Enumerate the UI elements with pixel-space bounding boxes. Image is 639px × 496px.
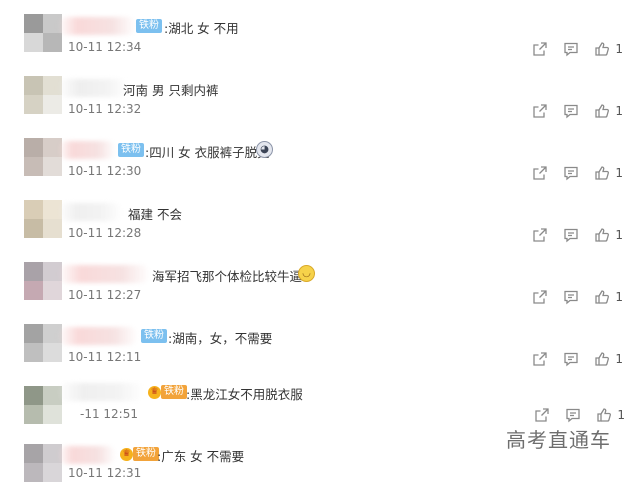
share-icon[interactable]	[532, 165, 548, 181]
comment-icon[interactable]	[563, 165, 579, 181]
username-blurred[interactable]	[58, 383, 144, 401]
comment-item: 铁粉 :湖北 女 不用 10-11 12:34 1	[0, 0, 639, 62]
like-count: 1	[615, 228, 623, 242]
fan-badge: 铁粉	[133, 447, 159, 461]
username-blurred[interactable]	[58, 203, 122, 221]
comment-actions: 1	[517, 350, 623, 368]
comment-text: :四川 女 衣服裤子脱完	[145, 145, 270, 160]
comment-text: 海军招飞那个体检比较牛逼	[152, 269, 303, 284]
watermark-text: 高考直通车	[506, 428, 611, 452]
comment-actions: 1	[517, 164, 623, 182]
username-blurred[interactable]	[58, 446, 116, 464]
share-icon[interactable]	[532, 227, 548, 243]
avatar[interactable]	[24, 386, 62, 424]
comment-text: 河南 男 只剩内裤	[123, 83, 219, 98]
crying-emoji-icon: ◕	[256, 141, 273, 158]
like-count: 1	[615, 352, 623, 366]
comment-icon[interactable]	[563, 289, 579, 305]
comment-actions: 1	[519, 406, 625, 424]
comment-list: 铁粉 :湖北 女 不用 10-11 12:34 1 河南 男 只剩内裤 10-1…	[0, 0, 639, 482]
comment-text: 福建 不会	[128, 207, 182, 222]
comment-item: 铁粉 :四川 女 衣服裤子脱完 ◕ 10-11 12:30 1	[0, 124, 639, 186]
thumbs-up-icon[interactable]	[594, 103, 610, 119]
fan-badge: 铁粉	[118, 143, 144, 157]
comment-text: :湖南，女，不需要	[168, 331, 273, 346]
thumbs-up-icon[interactable]	[594, 289, 610, 305]
username-blurred[interactable]	[58, 141, 116, 159]
comment-time: 10-11 12:28	[68, 226, 142, 240]
share-icon[interactable]	[532, 41, 548, 57]
username-blurred[interactable]	[58, 265, 150, 283]
like-count: 1	[615, 290, 623, 304]
username-blurred[interactable]	[58, 79, 128, 97]
avatar[interactable]	[24, 76, 62, 114]
comment-item: 海军招飞那个体检比较牛逼 ◡ 10-11 12:27 1	[0, 248, 639, 310]
comment-icon[interactable]	[563, 227, 579, 243]
comment-text: :广东 女 不需要	[157, 449, 245, 464]
fan-badge: 铁粉	[141, 329, 167, 343]
comment-actions: 1	[517, 288, 623, 306]
thumbs-up-icon[interactable]	[596, 407, 612, 423]
comment-text: :黑龙江女不用脱衣服	[186, 387, 303, 402]
comment-icon[interactable]	[563, 103, 579, 119]
comment-time: -11 12:51	[80, 407, 138, 421]
avatar[interactable]	[24, 324, 62, 362]
comment-time: 10-11 12:32	[68, 102, 142, 116]
comment-actions: 1	[517, 226, 623, 244]
comment-time: 10-11 12:27	[68, 288, 142, 302]
comment-item: 福建 不会 10-11 12:28 1	[0, 186, 639, 248]
avatar[interactable]	[24, 200, 62, 238]
thumbs-up-icon[interactable]	[594, 165, 610, 181]
share-icon[interactable]	[534, 407, 550, 423]
comment-time: 10-11 12:30	[68, 164, 142, 178]
crown-icon: ♛	[120, 448, 133, 461]
comment-actions: 1	[517, 40, 623, 58]
comment-icon[interactable]	[563, 351, 579, 367]
fan-badge: 铁粉	[161, 385, 187, 399]
like-count: 1	[615, 104, 623, 118]
like-count: 1	[615, 166, 623, 180]
like-count: 1	[617, 408, 625, 422]
share-icon[interactable]	[532, 289, 548, 305]
thumbs-up-icon[interactable]	[594, 41, 610, 57]
avatar[interactable]	[24, 138, 62, 176]
thumbs-up-icon[interactable]	[594, 351, 610, 367]
comment-icon[interactable]	[563, 41, 579, 57]
like-count: 1	[615, 42, 623, 56]
smile-emoji-icon: ◡	[298, 265, 315, 282]
comment-icon[interactable]	[565, 407, 581, 423]
avatar[interactable]	[24, 262, 62, 300]
comment-actions: 1	[517, 102, 623, 120]
crown-icon: ♛	[148, 386, 161, 399]
comment-time: 10-11 12:11	[68, 350, 142, 364]
username-blurred[interactable]	[58, 327, 138, 345]
comment-item: 河南 男 只剩内裤 10-11 12:32 1	[0, 62, 639, 124]
username-blurred[interactable]	[58, 17, 136, 35]
thumbs-up-icon[interactable]	[594, 227, 610, 243]
share-icon[interactable]	[532, 103, 548, 119]
comment-text: :湖北 女 不用	[164, 21, 239, 36]
avatar[interactable]	[24, 444, 62, 482]
comment-item: 铁粉 :湖南，女，不需要 10-11 12:11 1	[0, 310, 639, 372]
comment-time: 10-11 12:34	[68, 40, 142, 54]
share-icon[interactable]	[532, 351, 548, 367]
fan-badge: 铁粉	[136, 19, 162, 33]
avatar[interactable]	[24, 14, 62, 52]
comment-time: 10-11 12:31	[68, 466, 142, 480]
